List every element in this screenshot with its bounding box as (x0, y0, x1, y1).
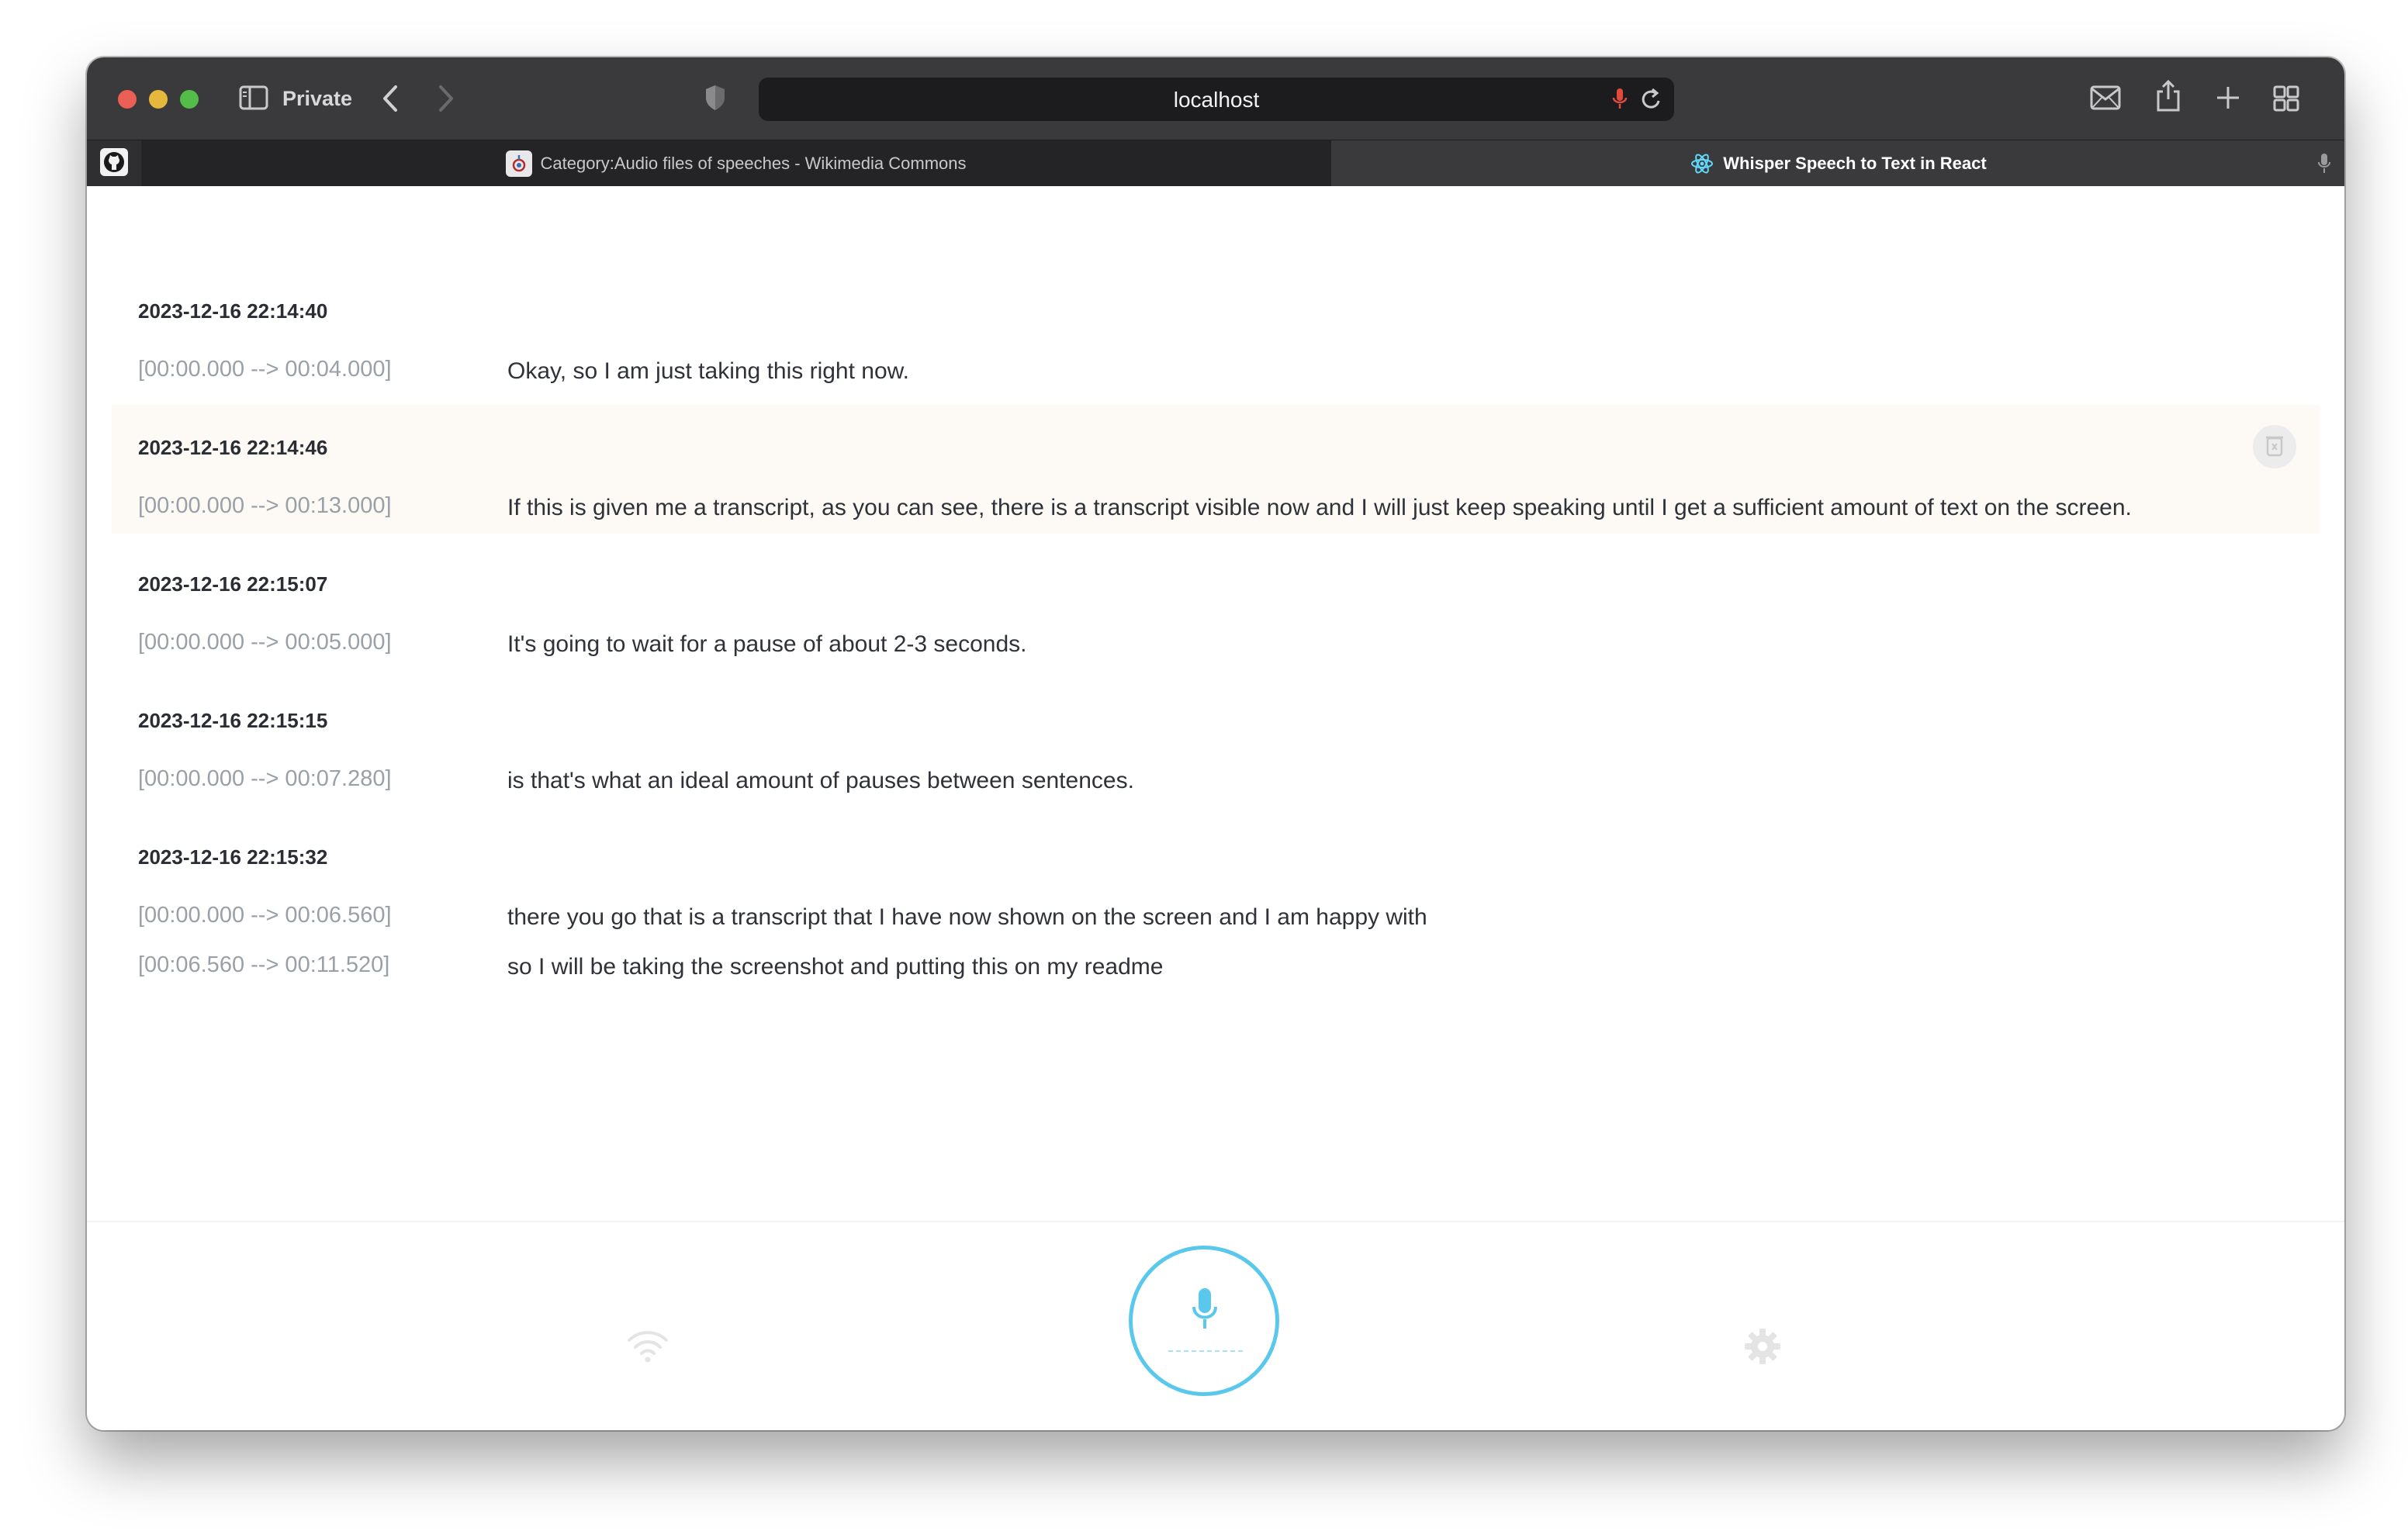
sidebar-icon[interactable] (239, 85, 268, 114)
new-tab-icon[interactable] (2216, 85, 2240, 114)
browser-toolbar: Private localhost (87, 57, 2344, 140)
segment-range: [00:00.000 --> 00:13.000] (138, 493, 392, 518)
entry-timestamp: 2023-12-16 22:14:46 (138, 436, 328, 459)
zoom-window-button[interactable] (180, 90, 199, 109)
settings-icon[interactable] (1744, 1328, 1781, 1369)
delete-entry-button[interactable] (2253, 425, 2296, 468)
github-icon (100, 147, 128, 180)
trash-icon (2265, 434, 2284, 461)
segment-text: If this is given me a transcript, as you… (507, 495, 2132, 520)
entry-timestamp: 2023-12-16 22:15:32 (138, 845, 328, 869)
segment-range: [00:00.000 --> 00:05.000] (138, 630, 392, 655)
entry-timestamp: 2023-12-16 22:15:07 (138, 572, 328, 596)
tab-whisper[interactable]: Whisper Speech to Text in React (1331, 140, 2344, 187)
wikimedia-favicon-icon (506, 150, 533, 177)
reload-icon[interactable] (1640, 87, 1663, 116)
entry-timestamp: 2023-12-16 22:15:15 (138, 709, 328, 732)
transcript-entry: 2023-12-16 22:15:15 [00:00.000 --> 00:07… (112, 678, 2320, 807)
browser-window: Private localhost Category:Audio files o… (87, 57, 2344, 1430)
react-favicon-icon (1689, 150, 1715, 177)
tab-bar: Category:Audio files of speeches - Wikim… (87, 140, 2344, 187)
segment-text: is that's what an ideal amount of pauses… (507, 768, 1134, 793)
url-text: localhost (1173, 88, 1260, 112)
tab-label: Category:Audio files of speeches - Wikim… (540, 154, 967, 173)
forward-icon[interactable] (436, 84, 456, 117)
share-icon[interactable] (2155, 79, 2181, 116)
audio-level-indicator (1168, 1350, 1243, 1352)
entry-timestamp: 2023-12-16 22:14:40 (138, 299, 328, 323)
segment-range: [00:06.560 --> 00:11.520] (138, 952, 390, 977)
transcript-list: 2023-12-16 22:14:40 [00:00.000 --> 00:04… (87, 186, 2344, 1221)
pinned-tab-github[interactable] (87, 140, 141, 187)
mic-icon[interactable] (1612, 87, 1628, 116)
tab-mic-icon[interactable] (2318, 153, 2330, 179)
segment-text: there you go that is a transcript that I… (507, 904, 1427, 930)
minimize-window-button[interactable] (149, 90, 168, 109)
private-label: Private (282, 87, 353, 110)
transcript-entry: 2023-12-16 22:15:07 [00:00.000 --> 00:05… (112, 541, 2320, 670)
microphone-icon (1192, 1287, 1218, 1336)
tab-overview-icon[interactable] (2273, 85, 2299, 116)
shield-icon[interactable] (704, 84, 727, 116)
mail-icon[interactable] (2090, 85, 2121, 114)
close-window-button[interactable] (118, 90, 137, 109)
record-button[interactable] (1129, 1246, 1279, 1396)
recorder-footer (87, 1221, 2344, 1430)
back-icon[interactable] (380, 84, 400, 117)
tab-label: Whisper Speech to Text in React (1723, 154, 1987, 173)
transcript-entry-highlighted[interactable]: 2023-12-16 22:14:46 [00:00.000 --> 00:13… (112, 405, 2320, 534)
transcript-entry: 2023-12-16 22:15:32 [00:00.000 --> 00:06… (112, 814, 2320, 1001)
segment-range: [00:00.000 --> 00:04.000] (138, 357, 392, 382)
segment-text: It's going to wait for a pause of about … (507, 631, 1027, 657)
wifi-icon[interactable] (627, 1328, 669, 1367)
segment-range: [00:00.000 --> 00:06.560] (138, 903, 392, 928)
tab-wikimedia[interactable]: Category:Audio files of speeches - Wikim… (141, 140, 1332, 187)
address-bar[interactable]: localhost (759, 78, 1674, 121)
segment-text: Okay, so I am just taking this right now… (507, 358, 909, 384)
transcript-entry: 2023-12-16 22:14:40 [00:00.000 --> 00:04… (112, 186, 2320, 396)
segment-range: [00:00.000 --> 00:07.280] (138, 766, 392, 791)
segment-text: so I will be taking the screenshot and p… (507, 954, 1164, 980)
